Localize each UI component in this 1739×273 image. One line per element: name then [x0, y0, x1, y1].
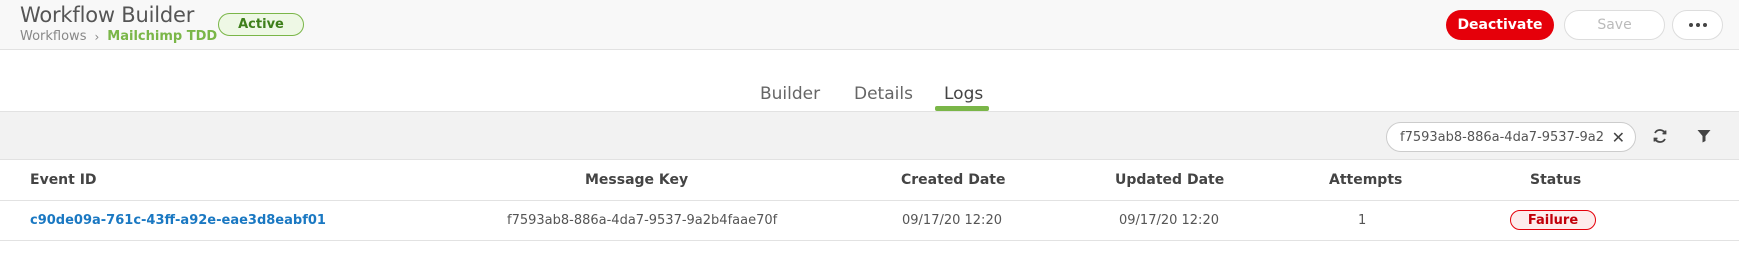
column-created-date: Created Date: [901, 172, 1006, 188]
more-options-button[interactable]: [1672, 10, 1723, 40]
save-button[interactable]: Save: [1564, 10, 1665, 40]
active-tab-indicator: [935, 106, 989, 111]
logs-toolbar: ✕: [0, 112, 1739, 160]
status-badge-failure: Failure: [1510, 210, 1596, 230]
page-title: Workflow Builder: [20, 3, 195, 27]
breadcrumb-current: Mailchimp TDD: [107, 29, 218, 44]
table-row[interactable]: c90de09a-761c-43ff-a92e-eae3d8eabf01 f75…: [0, 201, 1739, 241]
clear-search-icon[interactable]: ✕: [1612, 128, 1625, 148]
breadcrumb-chevron-icon: ›: [94, 29, 100, 44]
search-input[interactable]: [1400, 129, 1604, 145]
updated-date-cell: 09/17/20 12:20: [1119, 213, 1219, 228]
search-box: ✕: [1386, 122, 1636, 152]
tab-logs[interactable]: Logs: [944, 84, 983, 104]
deactivate-button[interactable]: Deactivate: [1446, 10, 1554, 40]
more-dot: [1695, 23, 1700, 27]
refresh-icon[interactable]: [1652, 128, 1668, 144]
more-dots-icon: [1688, 23, 1693, 27]
column-updated-date: Updated Date: [1115, 172, 1225, 188]
attempts-cell: 1: [1358, 213, 1367, 228]
tab-bar: Builder Details Logs: [0, 50, 1739, 112]
created-date-cell: 09/17/20 12:20: [902, 213, 1002, 228]
table-header: Event ID Message Key Created Date Update…: [0, 160, 1739, 201]
column-message-key: Message Key: [585, 172, 689, 188]
breadcrumb: Workflows › Mailchimp TDD: [20, 29, 217, 44]
page-header: Workflow Builder Workflows › Mailchimp T…: [0, 0, 1739, 50]
status-badge: Active: [218, 13, 304, 36]
event-id-link[interactable]: c90de09a-761c-43ff-a92e-eae3d8eabf01: [30, 213, 326, 228]
column-attempts: Attempts: [1329, 172, 1403, 188]
column-status: Status: [1530, 172, 1582, 188]
tab-details[interactable]: Details: [854, 84, 913, 104]
message-key-cell: f7593ab8-886a-4da7-9537-9a2b4faae70f: [507, 213, 778, 228]
breadcrumb-workflows-link[interactable]: Workflows: [20, 29, 86, 44]
more-dot: [1702, 23, 1707, 27]
column-event-id: Event ID: [30, 172, 97, 188]
filter-icon[interactable]: [1696, 128, 1712, 144]
tab-builder[interactable]: Builder: [760, 84, 820, 104]
